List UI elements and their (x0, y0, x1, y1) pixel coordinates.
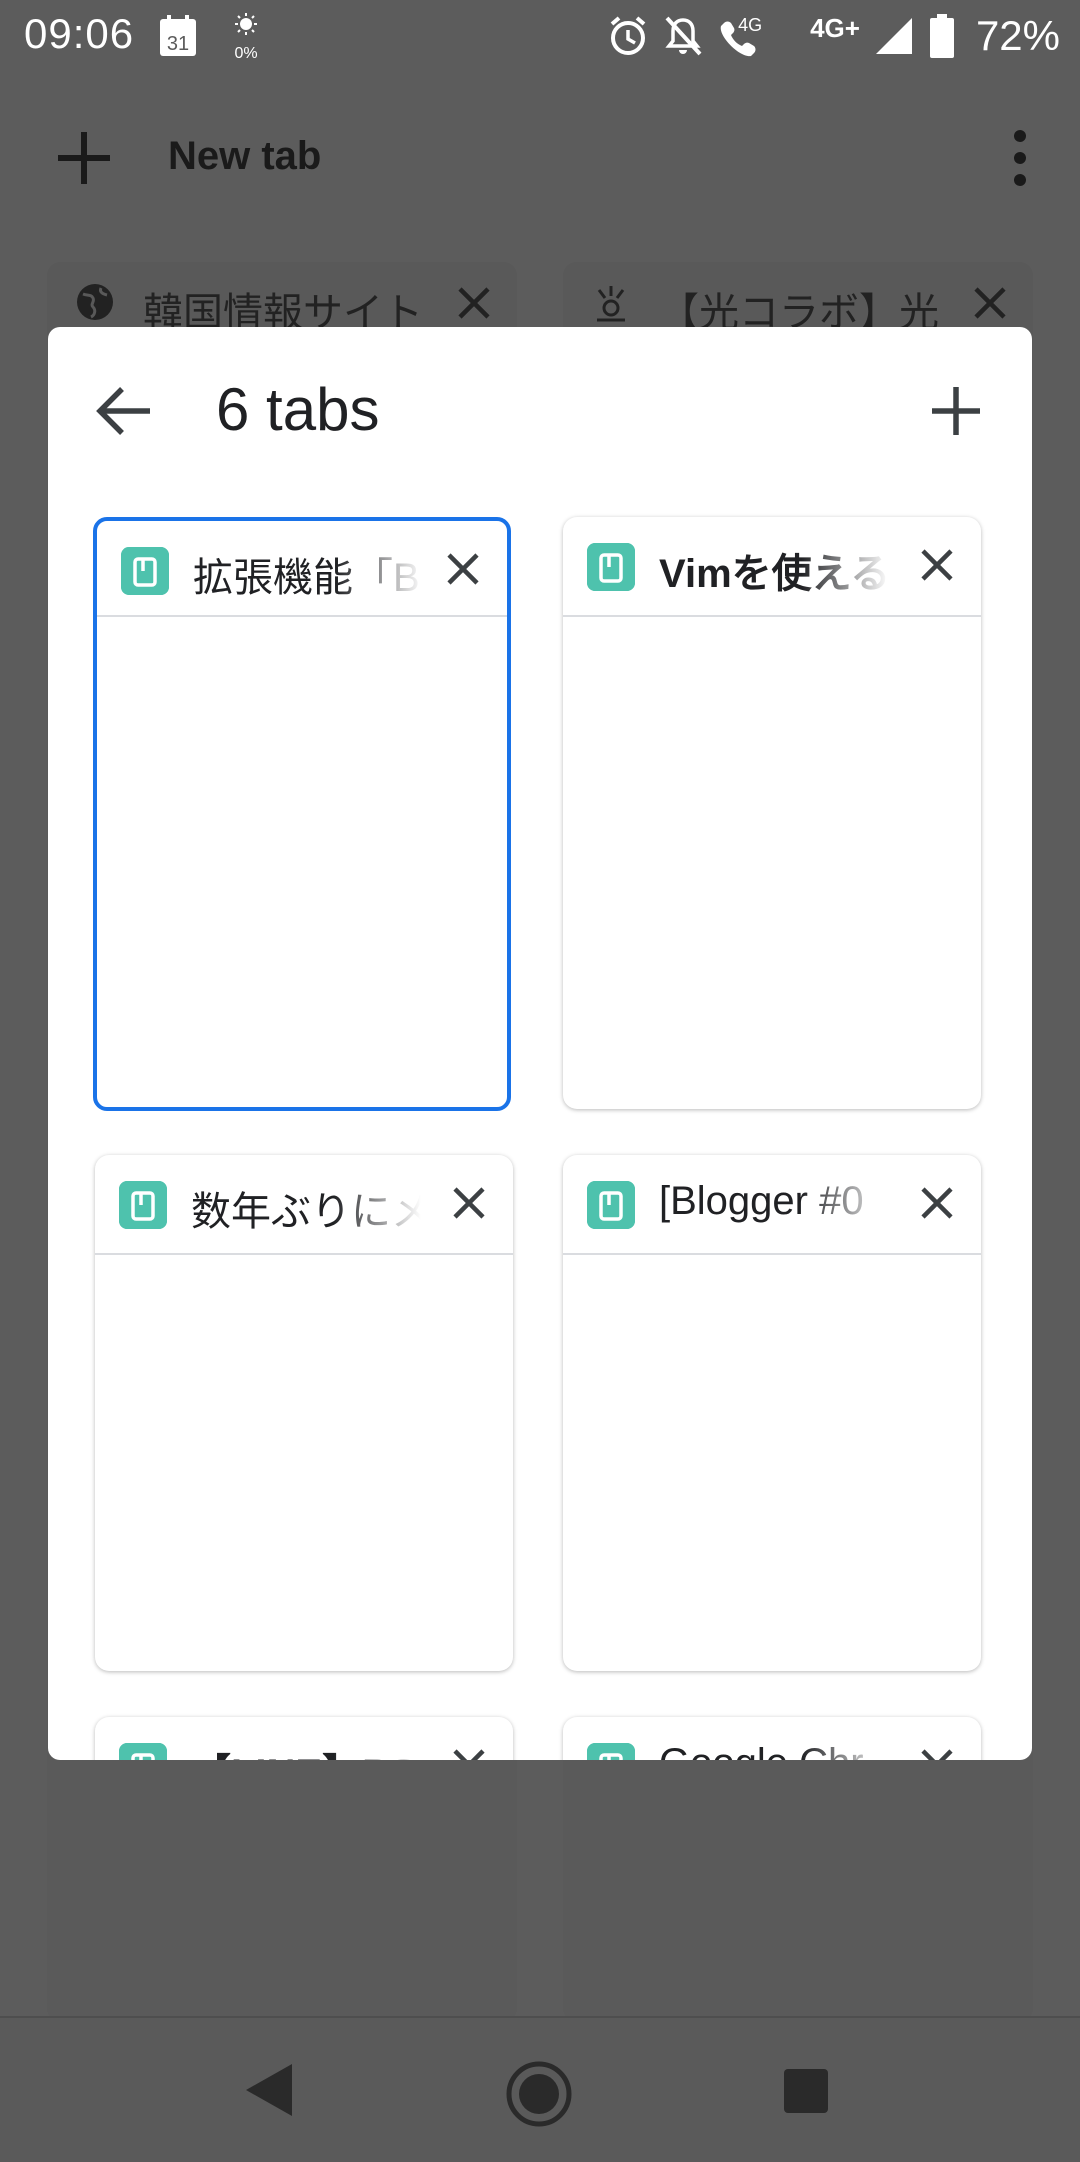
cell-signal-icon (875, 18, 912, 54)
tab-title: 拡張機能「B (193, 556, 420, 600)
page-icon (119, 1743, 167, 1760)
tab-card-header: [Blogger #0 (563, 1155, 981, 1255)
tab-card[interactable]: 数年ぶりにメ (95, 1155, 513, 1671)
nav-recents-icon[interactable] (783, 2068, 829, 2114)
tab-card-header: 拡張機能「B (97, 521, 507, 617)
tab-title: 【LINE】PC (191, 1741, 421, 1760)
tab-card[interactable]: Vimを使える (563, 517, 981, 1109)
close-tab-icon[interactable] (917, 1745, 957, 1760)
system-navigation-bar (0, 2016, 1080, 2162)
back-arrow-icon[interactable] (92, 379, 156, 443)
battery-percent: 72% (975, 12, 1060, 59)
page-icon (119, 1181, 167, 1229)
tab-title: Google Chr (659, 1741, 889, 1760)
nav-home-icon[interactable] (505, 2060, 573, 2128)
brightness-icon: 0% (234, 13, 258, 62)
tab-group-dialog: 6 tabs 拡張機能「B Vimを使える 数年ぶりにメ [Blogger #0 (48, 327, 1032, 1760)
tab-title: 数年ぶりにメ (191, 1190, 421, 1234)
calendar-icon: 31 (160, 15, 196, 56)
tab-card-header: Google Chr (563, 1717, 981, 1760)
new-tab-label[interactable]: New tab (168, 134, 321, 179)
tab-title: [Blogger #0 (659, 1179, 864, 1223)
tab-card-header: Vimを使える (563, 517, 981, 617)
close-tab-icon[interactable] (917, 545, 957, 585)
nav-back-icon[interactable] (244, 2062, 294, 2118)
close-tab-icon[interactable] (449, 1183, 489, 1223)
tab-card[interactable]: 【LINE】PC (95, 1717, 513, 1760)
call-signal-group: 4G (718, 11, 796, 61)
page-icon (587, 1181, 635, 1229)
close-icon[interactable] (457, 286, 491, 320)
close-icon[interactable] (973, 286, 1007, 320)
site-logo-icon (597, 286, 625, 322)
tab-count-title: 6 tabs (216, 376, 380, 443)
brightness-label: 0% (234, 45, 257, 62)
tab-card[interactable]: Google Chr (563, 1717, 981, 1760)
close-tab-icon[interactable] (449, 1745, 489, 1760)
add-tab-icon[interactable] (924, 379, 988, 443)
alarm-icon (610, 16, 646, 55)
tab-card-header: 数年ぶりにメ (95, 1155, 513, 1255)
tab-card[interactable]: 拡張機能「B (93, 517, 511, 1111)
tab-title: Vimを使える (659, 552, 889, 596)
page-icon (587, 543, 635, 591)
globe-icon (77, 284, 113, 320)
clock: 09:06 (24, 10, 135, 57)
network-type: 4G (738, 15, 763, 35)
close-tab-icon[interactable] (917, 1183, 957, 1223)
page-icon (121, 547, 169, 595)
page-icon (587, 1743, 635, 1760)
new-tab-icon[interactable] (52, 126, 116, 190)
close-tab-icon[interactable] (443, 549, 483, 589)
notifications-off-icon (665, 16, 702, 56)
tab-switcher-toolbar: New tab (0, 100, 1080, 216)
tab-card-header: 【LINE】PC (95, 1717, 513, 1760)
tab-card[interactable]: [Blogger #0 (563, 1155, 981, 1671)
calendar-day: 31 (167, 33, 189, 55)
more-options-icon[interactable] (1012, 128, 1028, 188)
battery-icon (929, 14, 954, 58)
network-type-plus: 4G+ (810, 12, 860, 43)
status-bar: 09:06 31 0% 4G 4G+ 72% (0, 0, 1080, 72)
